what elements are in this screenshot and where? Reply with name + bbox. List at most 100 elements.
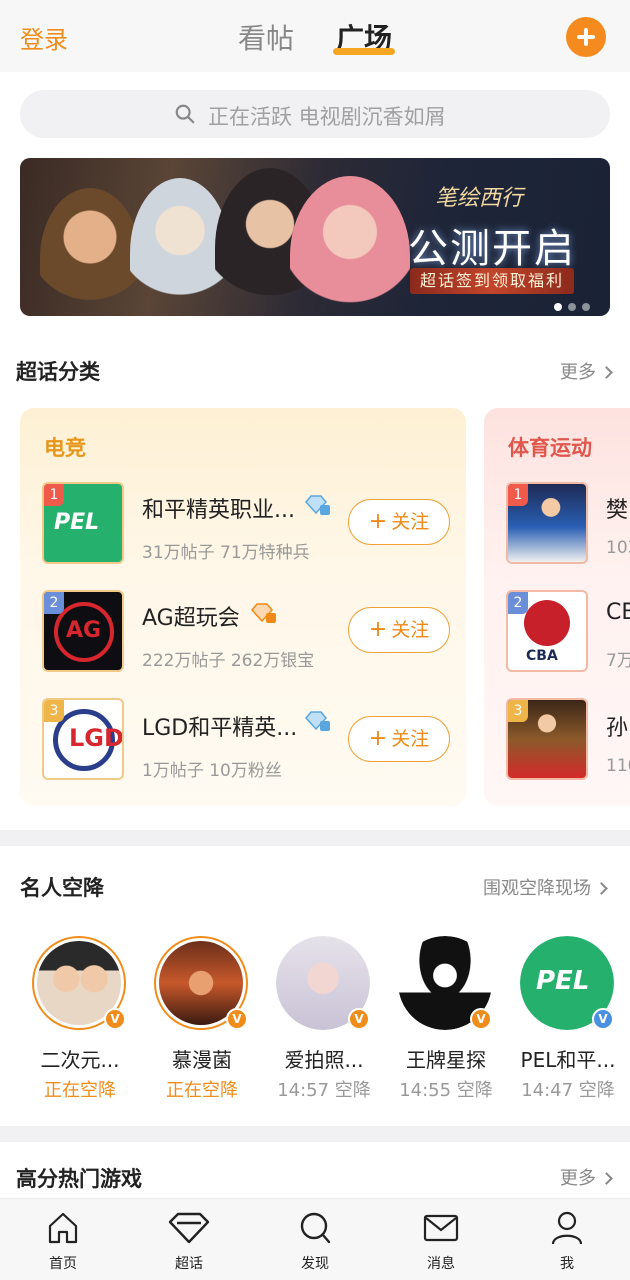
topic-name[interactable]: CB (606, 600, 630, 625)
nav-label: 首页 (49, 1256, 77, 1272)
nav-label: 超话 (175, 1256, 203, 1272)
topic-name[interactable]: AG超玩会 (142, 600, 240, 632)
topic-stats: 7万 (606, 651, 630, 671)
diamond-badge-icon (251, 603, 276, 623)
topic-stats: 103 (606, 538, 630, 558)
verified-v-icon: V (348, 1008, 370, 1030)
banner-character (40, 188, 140, 316)
banner-game-logo: 笔绘西行 (435, 186, 524, 211)
pel-logo: PEL (536, 966, 590, 996)
tab-browse-posts[interactable]: 看帖 (238, 17, 294, 57)
celebrity-status: 正在空降 (166, 1080, 238, 1101)
diamond-badge-icon (305, 711, 330, 731)
promo-banner[interactable]: 笔绘西行 公测开启 超话签到领取福利 (20, 158, 610, 316)
nav-me[interactable]: 我 (517, 1199, 617, 1280)
section-divider (0, 830, 630, 846)
category-card-sports[interactable]: 体育运动 1 樊 103 2 CBA CB 7万 3 孙 110 (484, 408, 630, 806)
verified-v-icon: V (470, 1008, 492, 1030)
topic-name[interactable]: 孙 (606, 710, 628, 742)
rank-badge: 3 (508, 700, 528, 722)
follow-label: 关注 (391, 728, 430, 750)
topic-avatar[interactable]: 3 (506, 698, 588, 780)
topic-stats: 1万帖子 10万粉丝 (142, 761, 282, 781)
verified-v-icon: V (592, 1008, 614, 1030)
games-more-link[interactable]: 更多 (560, 1164, 613, 1190)
plus-icon: + (368, 509, 388, 534)
topic-avatar[interactable]: 1 PEL (42, 482, 124, 564)
rank-badge: 3 (44, 700, 64, 722)
topic-stats: 222万帖子 262万银宝 (142, 651, 315, 671)
diamond-badge-icon (305, 495, 330, 515)
follow-label: 关注 (391, 619, 430, 641)
topic-avatar[interactable]: 2 AG (42, 590, 124, 672)
category-name: 电竞 (44, 436, 86, 460)
pagination-dot (568, 303, 576, 311)
topic-avatar[interactable]: 3 LGD (42, 698, 124, 780)
add-button[interactable] (566, 17, 606, 57)
chevron-right-icon (595, 882, 608, 895)
celebrity-name: PEL和平... (520, 1048, 616, 1072)
section-divider (0, 1126, 630, 1142)
celebrity-name: 二次元... (40, 1048, 120, 1072)
celebrity-status: 14:57 空降 (277, 1080, 371, 1101)
topic-name[interactable]: 樊 (606, 492, 628, 524)
more-label: 更多 (560, 362, 596, 383)
pel-logo: PEL (54, 510, 100, 535)
follow-button[interactable]: + 关注 (348, 499, 450, 545)
follow-button[interactable]: + 关注 (348, 607, 450, 653)
login-link[interactable]: 登录 (20, 20, 68, 55)
search-bar[interactable]: 正在活跃 电视剧沉香如屑 (20, 90, 610, 138)
nav-label: 我 (560, 1256, 574, 1272)
nav-label: 发现 (301, 1256, 329, 1272)
more-label: 围观空降现场 (483, 878, 591, 899)
topic-stats: 31万帖子 71万特种兵 (142, 543, 310, 563)
topic-avatar[interactable]: 2 CBA (506, 590, 588, 672)
top-bar: 登录 看帖 广场 (0, 0, 630, 72)
follow-button[interactable]: + 关注 (348, 716, 450, 762)
chevron-right-icon (600, 1172, 613, 1185)
nav-super-topic[interactable]: 超话 (139, 1199, 239, 1280)
celebrity-name: 王牌星探 (406, 1048, 486, 1072)
rank-badge: 1 (44, 484, 64, 506)
verified-v-icon: V (226, 1008, 248, 1030)
plus-icon: + (368, 617, 388, 642)
cba-logo-text: CBA (526, 648, 558, 664)
celebrity-status: 14:55 空降 (399, 1080, 493, 1101)
banner-character (290, 176, 410, 316)
topic-name[interactable]: LGD和平精英... (142, 710, 297, 742)
banner-pagination (548, 296, 590, 315)
mail-icon (423, 1214, 459, 1242)
celebrity-name: 爱拍照... (284, 1048, 364, 1072)
celebrity-name: 慕漫菌 (172, 1048, 232, 1072)
category-name: 体育运动 (508, 436, 592, 460)
search-icon (175, 104, 195, 124)
plus-icon: + (368, 726, 388, 751)
section-title-celebrity: 名人空降 (20, 876, 104, 900)
categories-more-link[interactable]: 更多 (560, 358, 613, 384)
rank-badge: 1 (508, 484, 528, 506)
user-icon (551, 1211, 583, 1245)
rank-badge: 2 (508, 592, 528, 614)
verified-v-icon: V (104, 1008, 126, 1030)
active-tab-indicator (333, 48, 395, 55)
bottom-nav: 首页 超话 发现 消息 我 (0, 1198, 630, 1280)
rank-badge: 2 (44, 592, 64, 614)
home-icon (48, 1212, 78, 1244)
nav-discover[interactable]: 发现 (265, 1199, 365, 1280)
section-title-categories: 超话分类 (16, 360, 100, 384)
category-card-esports[interactable]: 电竞 1 PEL 和平精英职业... 31万帖子 71万特种兵 + 关注 2 AG… (20, 408, 466, 806)
pagination-dot (582, 303, 590, 311)
banner-subtitle: 超话签到领取福利 (410, 268, 575, 294)
pagination-dot (554, 303, 562, 311)
nav-messages[interactable]: 消息 (391, 1199, 491, 1280)
diamond-icon (168, 1212, 210, 1244)
search-placeholder: 正在活跃 电视剧沉香如屑 (208, 105, 446, 129)
celebrity-more-link[interactable]: 围观空降现场 (483, 874, 608, 900)
follow-label: 关注 (391, 511, 430, 533)
more-label: 更多 (560, 1168, 596, 1189)
topic-avatar[interactable]: 1 (506, 482, 588, 564)
nav-home[interactable]: 首页 (13, 1199, 113, 1280)
topic-name[interactable]: 和平精英职业... (142, 492, 295, 524)
ag-logo: AG (66, 618, 102, 643)
search-icon (300, 1212, 331, 1244)
